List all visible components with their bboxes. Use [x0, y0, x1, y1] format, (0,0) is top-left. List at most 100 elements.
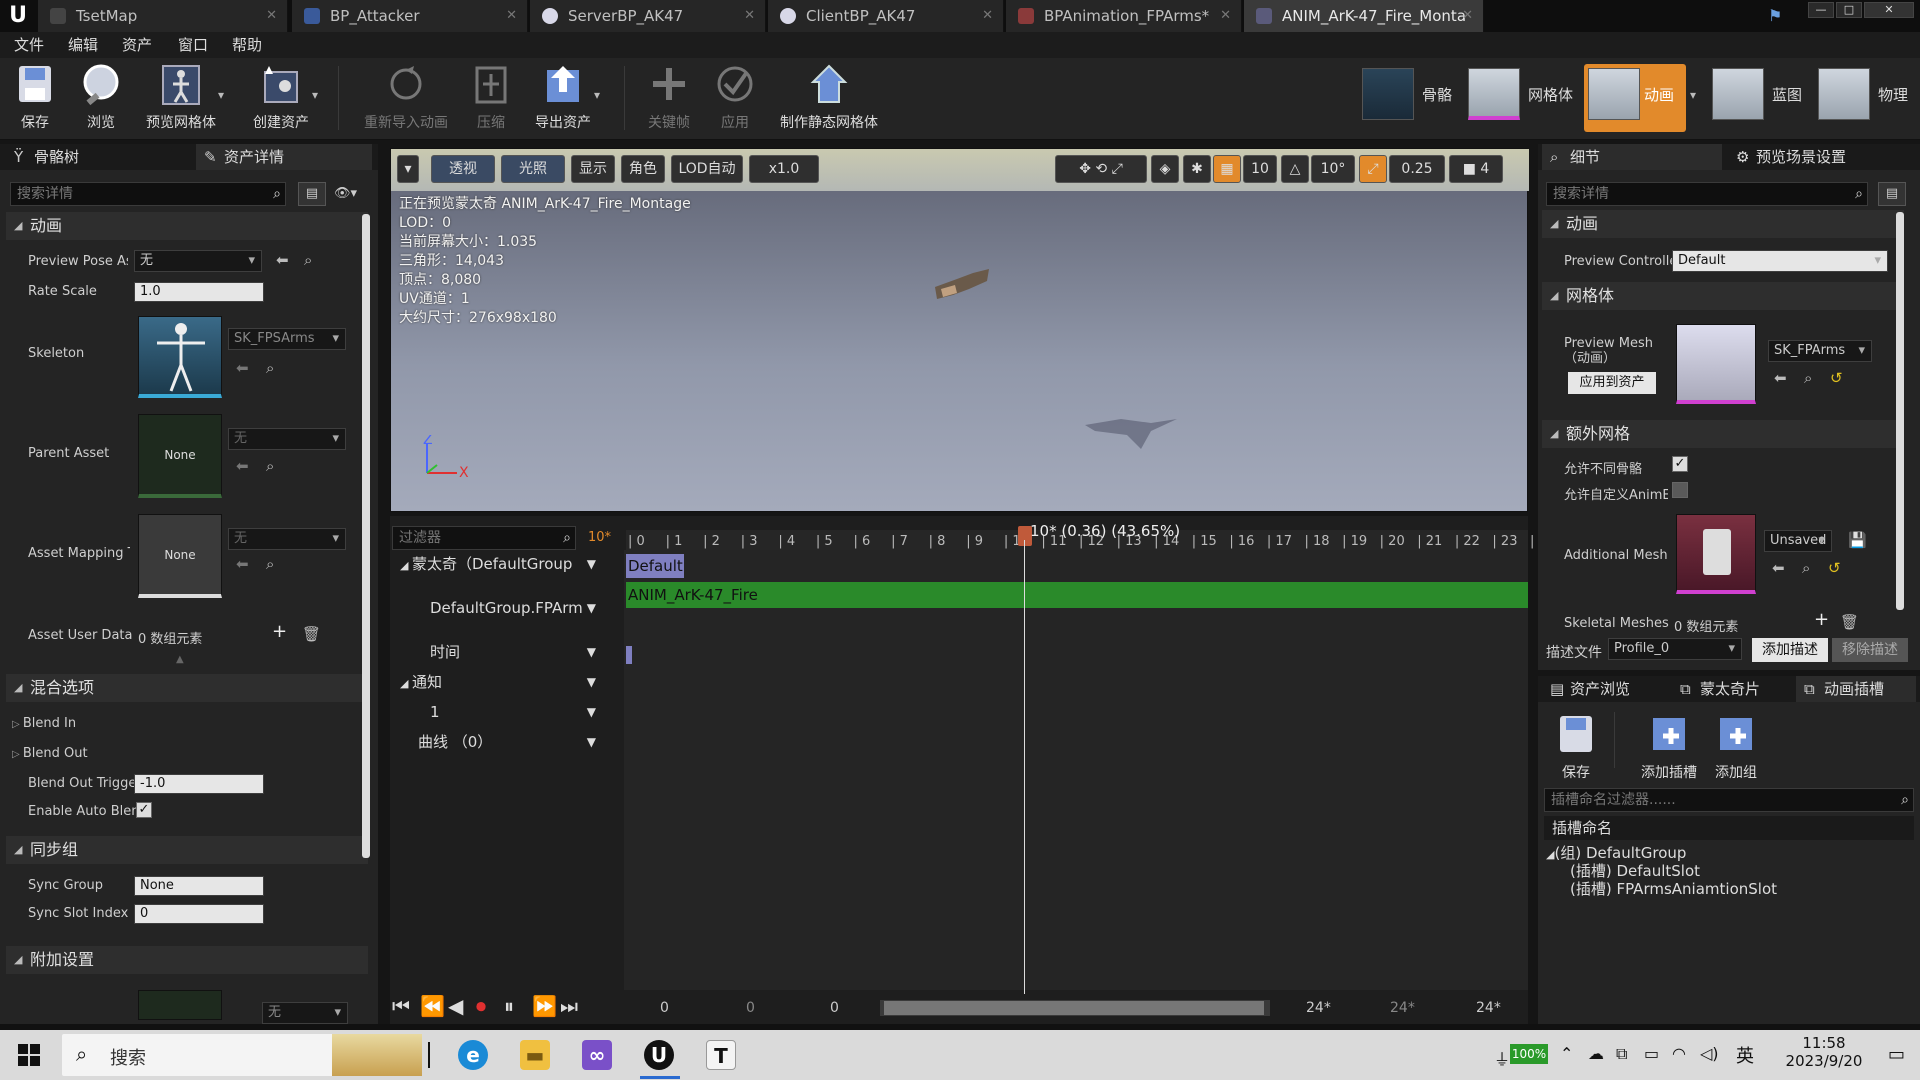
preview-controller-dropdown[interactable]: Default — [1672, 250, 1888, 272]
perspective-button[interactable]: 透视 — [431, 155, 495, 183]
unreal-engine-taskbar-icon[interactable]: U — [644, 1040, 674, 1070]
lod-button[interactable]: LOD自动 — [671, 155, 743, 183]
browse-button[interactable]: 浏览 — [76, 62, 126, 138]
mode-mesh[interactable]: 网格体 — [1468, 64, 1573, 132]
rotate-size-button[interactable]: 10° — [1311, 155, 1355, 183]
notifies-track-row[interactable]: ◢ 通知 ▼ — [390, 668, 616, 696]
details-search-input[interactable]: 搜索详情 ⌕ — [1546, 182, 1868, 206]
section-mesh[interactable]: ◢ 网格体 — [1542, 282, 1904, 310]
scale-snap-icon[interactable]: ⤢ — [1359, 155, 1387, 183]
details-search-input[interactable]: 搜索详情 ⌕ — [10, 182, 286, 206]
arrow-left-icon[interactable]: ⬅ — [236, 458, 249, 474]
blend-out-row[interactable]: ▷ Blend Out — [12, 746, 88, 761]
trash-icon[interactable]: 🗑 — [1840, 614, 1859, 630]
save-button[interactable]: 保存 — [10, 62, 60, 138]
asset-mapping-dropdown[interactable]: 无 — [228, 528, 346, 550]
edge-browser-icon[interactable]: e — [458, 1040, 488, 1070]
section-additional-meshes[interactable]: ◢ 额外网格 — [1542, 420, 1904, 448]
make-static-mesh-button[interactable]: 制作静态网格体 — [774, 62, 884, 138]
close-icon[interactable]: ✕ — [1220, 0, 1231, 32]
tab-preview-scene-settings[interactable]: ⚙ 预览场景设置 — [1728, 144, 1914, 170]
enable-auto-blend-checkbox[interactable]: ✓ — [136, 802, 152, 818]
apply-to-asset-button[interactable]: 应用到资产 — [1568, 372, 1656, 394]
view-options-icon[interactable]: ▤ — [298, 182, 326, 206]
details-scrollbar[interactable] — [362, 214, 370, 858]
arrow-left-icon[interactable]: ⬅ — [236, 556, 249, 572]
chevron-down-icon[interactable]: ▼ — [587, 728, 596, 756]
file-explorer-icon[interactable]: ▬ — [520, 1040, 550, 1070]
save-small-icon[interactable]: 💾 — [1848, 532, 1867, 548]
slot-name-filter-input[interactable]: 插槽命名过滤器...... ⌕ — [1544, 788, 1914, 812]
skeleton-dropdown[interactable]: SK_FPSArms — [228, 328, 346, 350]
reset-icon[interactable]: ↺ — [1830, 370, 1843, 386]
search-icon[interactable]: ⌕ — [266, 360, 274, 376]
anim-segment-clip[interactable]: ANIM_ArK-47_Fire — [626, 582, 1528, 608]
play-reverse-icon[interactable]: ◀ — [448, 994, 463, 1018]
timing-marker[interactable] — [626, 646, 632, 664]
feedback-icon[interactable]: ⚑ — [1768, 6, 1788, 25]
menu-file[interactable]: 文件 — [14, 32, 44, 58]
menu-edit[interactable]: 编辑 — [68, 32, 98, 58]
selection-end-value[interactable]: 24* — [1476, 1000, 1501, 1016]
close-icon[interactable]: ✕ — [506, 0, 517, 32]
go-to-end-icon[interactable]: ⏭ — [560, 994, 578, 1018]
frame-rate-label[interactable]: 10* — [588, 530, 611, 545]
add-group-button[interactable]: 添加组 — [1708, 712, 1764, 788]
arrow-left-icon[interactable]: ⬅ — [276, 252, 289, 268]
parent-asset-dropdown[interactable]: 无 — [228, 428, 346, 450]
arrow-left-icon[interactable]: ⬅ — [236, 360, 249, 376]
chevron-down-icon[interactable]: ▼ — [587, 698, 596, 726]
windows-start-icon[interactable] — [18, 1044, 40, 1066]
preview-mesh-dropdown[interactable]: SK_FPArms — [1768, 340, 1872, 362]
tab-bp-attacker[interactable]: BP_Attacker ✕ — [292, 0, 528, 32]
slot-track-row[interactable]: DefaultGroup.FPArm ▼ — [390, 594, 616, 622]
tab-asset-details[interactable]: ✎ 资产详情 — [196, 144, 372, 170]
add-slot-button[interactable]: 添加插槽 — [1636, 712, 1702, 788]
arrow-left-icon[interactable]: ⬅ — [1774, 370, 1787, 386]
montage-track-row[interactable]: ◢ 蒙太奇（DefaultGroup ▼ — [390, 550, 616, 578]
step-back-icon[interactable]: ⏪ — [420, 994, 445, 1018]
chevron-down-icon[interactable]: ▾ — [1690, 88, 1696, 102]
section-blend-options[interactable]: ◢ 混合选项 — [6, 674, 368, 702]
timing-track-row[interactable]: 时间 ▼ — [390, 638, 616, 666]
save-slots-button[interactable]: 保存 — [1552, 712, 1600, 788]
taskbar-search-box[interactable]: ⌕ 搜索 — [62, 1034, 422, 1076]
blend-out-trigger-input[interactable]: -1.0 — [134, 774, 264, 794]
playback-start-value[interactable]: 0 — [746, 1000, 755, 1016]
section-sync-group[interactable]: ◢ 同步组 — [6, 836, 368, 864]
grid-size-button[interactable]: 10 — [1243, 155, 1277, 183]
step-forward-icon[interactable]: ⏩ — [532, 994, 557, 1018]
remove-profile-button[interactable]: 移除描述 — [1832, 638, 1908, 662]
additional-asset-thumbnail[interactable] — [138, 990, 222, 1020]
tab-asset-browser[interactable]: ▤ 资产浏览 — [1542, 676, 1668, 702]
add-profile-button[interactable]: 添加描述 — [1752, 638, 1828, 662]
camera-speed-button[interactable]: ■ 4 — [1449, 155, 1503, 183]
parent-asset-thumbnail[interactable]: None — [138, 414, 222, 498]
transform-tools[interactable]: ✥ ⟲ ⤢ — [1055, 155, 1147, 183]
sync-slot-index-input[interactable]: 0 — [134, 904, 264, 924]
search-icon[interactable]: ⌕ — [266, 458, 274, 474]
battery-tray-icon[interactable]: ▭ — [1644, 1044, 1659, 1063]
close-icon[interactable]: ✕ — [982, 0, 993, 32]
skeleton-thumbnail[interactable] — [138, 316, 222, 398]
track-area[interactable] — [624, 550, 1528, 990]
chevron-down-icon[interactable]: ▼ — [587, 594, 596, 622]
chevron-down-icon[interactable]: ▼ — [587, 668, 596, 696]
create-asset-button[interactable]: 创建资产 — [246, 62, 316, 138]
chevron-down-icon[interactable]: ▾ — [218, 88, 224, 102]
scale-size-button[interactable]: 0.25 — [1389, 155, 1445, 183]
tab-clientbp-ak47[interactable]: ClientBP_AK47 ✕ — [768, 0, 1004, 32]
rotate-snap-icon[interactable]: △ — [1281, 155, 1309, 183]
character-button[interactable]: 角色 — [621, 155, 665, 183]
go-to-start-icon[interactable]: ⏮ — [392, 994, 410, 1018]
preview-mesh-thumbnail[interactable] — [1676, 324, 1756, 404]
arrow-left-icon[interactable]: ⬅ — [1772, 560, 1785, 576]
preview-mesh-button[interactable]: 预览网格体 — [140, 62, 222, 138]
typora-icon[interactable]: T — [706, 1040, 736, 1070]
notifications-icon[interactable]: ▭ — [1888, 1044, 1905, 1065]
notify-track-1-row[interactable]: 1 ▼ — [390, 698, 616, 726]
battery-indicator[interactable]: 100% — [1510, 1044, 1548, 1064]
visibility-eye-icon[interactable]: 👁▾ — [334, 182, 374, 206]
chevron-down-icon[interactable]: ▾ — [594, 88, 600, 102]
tab-anim-montage[interactable]: ANIM_ArK-47_Fire_Monta ✕ — [1244, 0, 1484, 32]
